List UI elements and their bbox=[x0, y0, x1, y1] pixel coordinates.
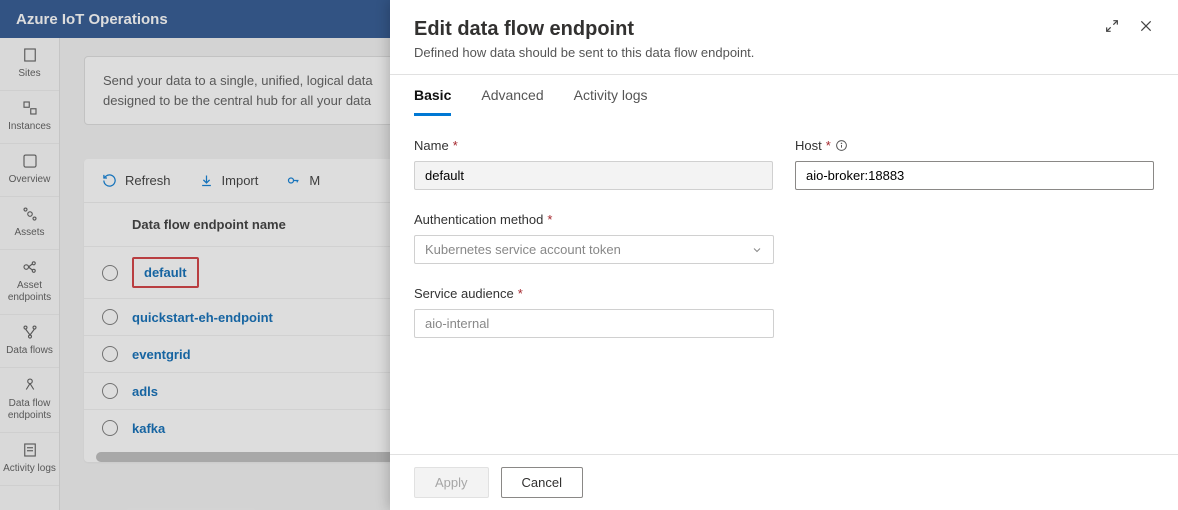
import-icon bbox=[199, 173, 214, 188]
app-title: Azure IoT Operations bbox=[16, 11, 168, 28]
sidebar-item-data-flows[interactable]: Data flows bbox=[0, 315, 59, 368]
sidebar-item-activity-logs[interactable]: Activity logs bbox=[0, 433, 59, 486]
endpoint-link[interactable]: kafka bbox=[132, 421, 165, 436]
tab-basic[interactable]: Basic bbox=[414, 87, 451, 116]
overview-icon bbox=[21, 152, 39, 170]
endpoint-link[interactable]: adls bbox=[132, 384, 158, 399]
close-icon[interactable] bbox=[1138, 18, 1154, 34]
panel-form: Name * Host * Authentication method * bbox=[390, 116, 1178, 454]
edit-endpoint-panel: Edit data flow endpoint Defined how data… bbox=[390, 0, 1178, 510]
sidebar-item-label: Assets bbox=[14, 227, 44, 239]
radio-icon[interactable] bbox=[102, 420, 118, 436]
name-input[interactable] bbox=[414, 161, 773, 190]
sidebar-item-label: Data flows bbox=[6, 345, 53, 357]
radio-icon[interactable] bbox=[102, 346, 118, 362]
sidebar-item-label: Data flow endpoints bbox=[2, 398, 57, 422]
sidebar-item-overview[interactable]: Overview bbox=[0, 144, 59, 197]
auth-method-value: Kubernetes service account token bbox=[425, 242, 621, 257]
host-input[interactable] bbox=[795, 161, 1154, 190]
service-audience-input[interactable] bbox=[414, 309, 774, 338]
required-asterisk: * bbox=[453, 138, 458, 153]
sidebar: Sites Instances Overview Assets Asset en… bbox=[0, 38, 60, 510]
logs-icon bbox=[21, 441, 39, 459]
info-icon[interactable] bbox=[835, 139, 848, 152]
refresh-button[interactable]: Refresh bbox=[102, 173, 171, 188]
cancel-button[interactable]: Cancel bbox=[501, 467, 583, 498]
audience-label: Service audience * bbox=[414, 286, 774, 301]
import-button[interactable]: Import bbox=[199, 173, 259, 188]
more-button[interactable]: M bbox=[286, 173, 320, 188]
sidebar-item-instances[interactable]: Instances bbox=[0, 91, 59, 144]
apply-button[interactable]: Apply bbox=[414, 467, 489, 498]
instances-icon bbox=[21, 99, 39, 117]
panel-title: Edit data flow endpoint bbox=[414, 18, 754, 41]
sidebar-item-assets[interactable]: Assets bbox=[0, 197, 59, 250]
expand-icon[interactable] bbox=[1104, 18, 1120, 34]
sidebar-item-label: Sites bbox=[18, 68, 40, 80]
refresh-icon bbox=[102, 173, 117, 188]
auth-method-select[interactable]: Kubernetes service account token bbox=[414, 235, 774, 264]
required-asterisk: * bbox=[518, 286, 523, 301]
radio-icon[interactable] bbox=[102, 383, 118, 399]
panel-footer: Apply Cancel bbox=[390, 454, 1178, 510]
flow-endpoint-icon bbox=[21, 376, 39, 394]
radio-icon[interactable] bbox=[102, 265, 118, 281]
import-label: Import bbox=[222, 173, 259, 188]
chevron-down-icon bbox=[751, 244, 763, 256]
tab-activity-logs[interactable]: Activity logs bbox=[574, 87, 648, 116]
name-label: Name * bbox=[414, 138, 773, 153]
assets-icon bbox=[21, 205, 39, 223]
panel-tabs: Basic Advanced Activity logs bbox=[390, 75, 1178, 116]
sidebar-item-label: Activity logs bbox=[3, 463, 56, 475]
auth-label: Authentication method * bbox=[414, 212, 1154, 227]
flow-icon bbox=[21, 323, 39, 341]
sidebar-item-label: Instances bbox=[8, 121, 51, 133]
building-icon bbox=[21, 46, 39, 64]
endpoint-link[interactable]: default bbox=[144, 265, 187, 280]
more-label: M bbox=[309, 173, 320, 188]
refresh-label: Refresh bbox=[125, 173, 171, 188]
sidebar-item-label: Overview bbox=[9, 174, 51, 186]
required-asterisk: * bbox=[826, 138, 831, 153]
host-label: Host * bbox=[795, 138, 1154, 153]
endpoint-link[interactable]: eventgrid bbox=[132, 347, 191, 362]
sidebar-item-data-flow-endpoints[interactable]: Data flow endpoints bbox=[0, 368, 59, 433]
tab-advanced[interactable]: Advanced bbox=[481, 87, 543, 116]
sidebar-item-asset-endpoints[interactable]: Asset endpoints bbox=[0, 250, 59, 315]
key-icon bbox=[286, 173, 301, 188]
sidebar-item-label: Asset endpoints bbox=[2, 280, 57, 304]
sidebar-item-sites[interactable]: Sites bbox=[0, 38, 59, 91]
panel-subtitle: Defined how data should be sent to this … bbox=[414, 45, 754, 60]
endpoint-icon bbox=[21, 258, 39, 276]
endpoint-link[interactable]: quickstart-eh-endpoint bbox=[132, 310, 273, 325]
required-asterisk: * bbox=[547, 212, 552, 227]
radio-icon[interactable] bbox=[102, 309, 118, 325]
